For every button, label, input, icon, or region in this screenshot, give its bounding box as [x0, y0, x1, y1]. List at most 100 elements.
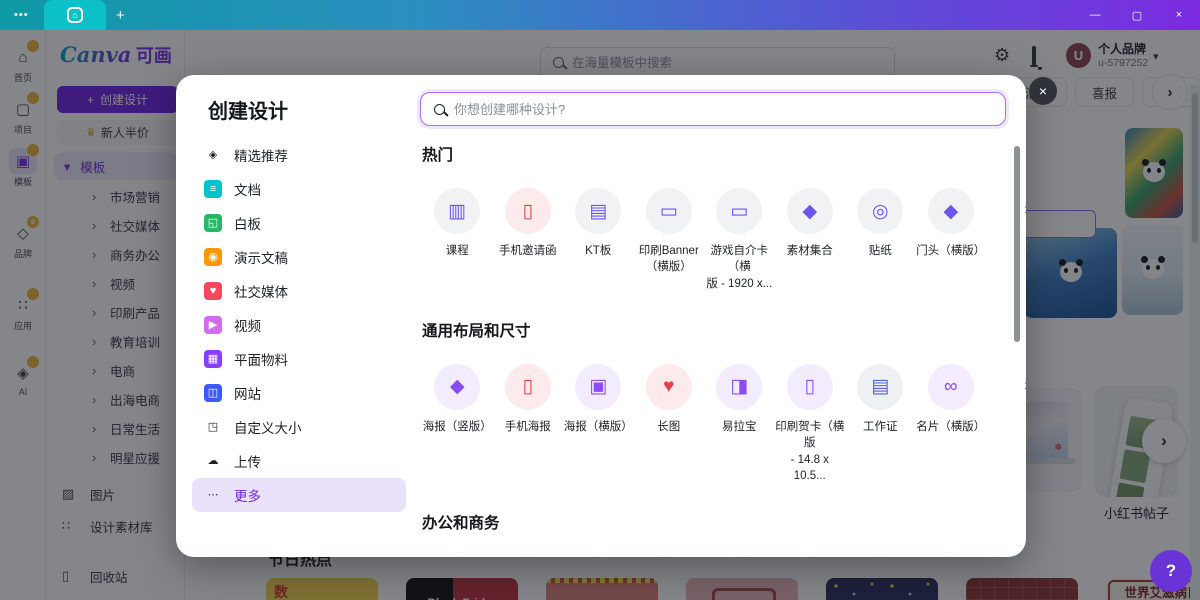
design-format-item[interactable]: ◨ 易拉宝 — [704, 364, 775, 484]
design-type-icon: ◉ — [204, 248, 222, 266]
design-format-labels: 素材集合 — [775, 243, 846, 277]
design-format-label: 课程 — [422, 243, 493, 259]
design-format-item[interactable]: ◆ 门头（横版） — [916, 188, 987, 292]
design-format-item[interactable]: ▤ 圆角名片 — [916, 556, 987, 557]
design-format-item[interactable]: ▯ 手机海报 — [493, 364, 564, 484]
design-format-item[interactable]: ▯ 手机邀请函 — [493, 188, 564, 292]
design-type-menu-item[interactable]: ◫ 网站 — [192, 376, 406, 410]
browser-menu-icon[interactable]: ••• — [14, 9, 29, 21]
titlebar: ••• ⌂ + — ▢ × — [0, 0, 1200, 30]
design-format-icon: ▯ — [787, 364, 833, 410]
design-format-icon: ▭ — [716, 188, 762, 234]
design-type-menu-item[interactable]: ≡ 文档 — [192, 172, 406, 206]
minimize-button[interactable]: — — [1074, 0, 1116, 30]
modal-scrollbar-thumb[interactable] — [1014, 146, 1020, 342]
design-format-label: KT板 — [563, 243, 634, 259]
design-format-icon: ◆ — [928, 188, 974, 234]
design-type-menu-item[interactable]: ◳ 自定义大小 — [192, 410, 406, 444]
design-format-label: 贴纸 — [845, 243, 916, 259]
design-type-label: 自定义大小 — [234, 417, 302, 437]
design-format-label: 海报（竖版） — [422, 419, 493, 435]
design-format-icon: ▭ — [646, 188, 692, 234]
design-format-labels: 海报（横版） — [563, 419, 634, 453]
design-format-item[interactable]: ▣ 海报（横版） — [563, 364, 634, 484]
design-format-item[interactable]: ▤ 工作证 — [493, 556, 564, 557]
section-items: ▥ 课程 ▯ 手机邀请函 — [422, 188, 1008, 292]
section-title: 办公和商务 — [422, 511, 1008, 531]
close-window-button[interactable]: × — [1158, 0, 1200, 30]
modal-title: 创建设计 — [208, 95, 288, 124]
app-window: ••• ⌂ + — ▢ × ⌂ 首页 ▢ 项目 ▣ 模板 — [0, 0, 1200, 600]
modal-close-button[interactable]: × — [1029, 77, 1057, 105]
design-type-label: 社交媒体 — [234, 281, 288, 301]
design-format-label: 手机邀请函 — [493, 243, 564, 259]
design-type-menu-item[interactable]: ◈ 精选推荐 — [192, 138, 406, 172]
design-type-menu-item[interactable]: ♥ 社交媒体 — [192, 274, 406, 308]
design-format-labels: 游戏自介卡（横 版 - 1920 x... — [704, 243, 775, 292]
design-format-sublabel: （横版） — [634, 259, 705, 275]
design-format-item[interactable]: ◆ 授权书（横版） （横版） — [563, 556, 634, 557]
design-type-menu-item[interactable]: ▦ 平面物料 — [192, 342, 406, 376]
design-type-menu-item[interactable]: ⋯ 更多 — [192, 478, 406, 512]
design-format-item[interactable]: ▭ 印刷Banner （横版） — [634, 188, 705, 292]
design-format-label: 印刷Banner — [634, 243, 705, 259]
design-format-labels: 易拉宝 — [704, 419, 775, 453]
design-type-icon: ⋯ — [204, 486, 222, 504]
design-type-label: 文档 — [234, 179, 261, 199]
design-format-item[interactable]: ▤ 工作表（竖版） — [634, 556, 705, 557]
section-next-arrow-button[interactable]: › — [1024, 375, 1026, 395]
section-next-arrow-button[interactable]: › — [1024, 199, 1026, 219]
design-type-icon: ☁ — [204, 452, 222, 470]
design-type-icon: ◱ — [204, 214, 222, 232]
design-format-item[interactable]: ▯ 证件照（竖版 - 25 x 35毫米） — [704, 556, 775, 557]
maximize-button[interactable]: ▢ — [1116, 0, 1158, 30]
browser-tab-home[interactable]: ⌂ — [44, 0, 106, 30]
design-format-item[interactable]: ◆ 素材集合 — [775, 188, 846, 292]
design-format-label: 易拉宝 — [704, 419, 775, 435]
design-format-icon: ▯ — [716, 556, 762, 557]
search-icon — [434, 104, 445, 115]
design-format-item[interactable]: ▥ 课程 — [422, 188, 493, 292]
design-type-icon: ♥ — [204, 282, 222, 300]
design-format-labels: 印刷贺卡（横版 - 14.8 x 10.5... — [775, 419, 846, 484]
design-type-label: 上传 — [234, 451, 261, 471]
design-type-icon: ◳ — [204, 418, 222, 436]
design-type-icon: ≡ — [204, 180, 222, 198]
design-type-menu-item[interactable]: ◱ 白板 — [192, 206, 406, 240]
design-format-item[interactable]: ▭ 游戏自介卡（横 版 - 1920 x... — [704, 188, 775, 292]
design-format-item[interactable]: ▤ 提案书 — [422, 556, 493, 557]
design-type-icon: ▶ — [204, 316, 222, 334]
design-type-menu-item[interactable]: ▶ 视频 — [192, 308, 406, 342]
design-format-icon: ▤ — [928, 556, 974, 557]
new-tab-button[interactable]: + — [116, 0, 125, 30]
design-type-menu-item[interactable]: ◉ 演示文稿 — [192, 240, 406, 274]
design-format-labels: 贴纸 — [845, 243, 916, 277]
design-format-item[interactable]: ▤ 工作证 — [845, 364, 916, 484]
design-format-icon: ◆ — [575, 556, 621, 557]
design-type-label: 更多 — [234, 485, 261, 505]
design-format-label: 长图 — [634, 419, 705, 435]
design-type-icon: ▦ — [204, 350, 222, 368]
design-format-item[interactable]: ∞ 名片（竖版） — [845, 556, 916, 557]
design-format-labels: KT板 — [563, 243, 634, 277]
design-format-item[interactable]: ◆ 会议牌 — [775, 556, 846, 557]
design-format-item[interactable]: ◎ 贴纸 — [845, 188, 916, 292]
design-format-item[interactable]: ♥ 长图 — [634, 364, 705, 484]
design-format-item[interactable]: ▯ 印刷贺卡（横版 - 14.8 x 10.5... — [775, 364, 846, 484]
window-controls: — ▢ × — [1074, 0, 1200, 30]
design-type-icon: ◫ — [204, 384, 222, 402]
design-format-item[interactable]: ∞ 名片（横版） — [916, 364, 987, 484]
create-design-modal: 创建设计 ◈ 精选推荐 ≡ 文档 ◱ 白板 — [176, 75, 1026, 557]
design-format-sublabel: 版 - 1920 x... — [704, 276, 775, 292]
design-section: 办公和商务 ▤ 提案书 — [422, 511, 1008, 557]
design-search-input[interactable] — [454, 102, 1005, 117]
design-format-item[interactable]: ◆ 海报（竖版） — [422, 364, 493, 484]
design-section: 通用布局和尺寸 ◆ 海报（竖版） — [422, 319, 1008, 484]
design-format-icon: ▯ — [505, 364, 551, 410]
design-type-menu-item[interactable]: ☁ 上传 — [192, 444, 406, 478]
design-type-icon: ◈ — [204, 146, 222, 164]
design-format-item[interactable]: ▤ KT板 — [563, 188, 634, 292]
section-items: ▤ 提案书 ▤ 工作证 — [422, 556, 1008, 557]
help-button[interactable]: ? — [1150, 550, 1192, 592]
design-format-labels: 门头（横版） — [916, 243, 987, 277]
